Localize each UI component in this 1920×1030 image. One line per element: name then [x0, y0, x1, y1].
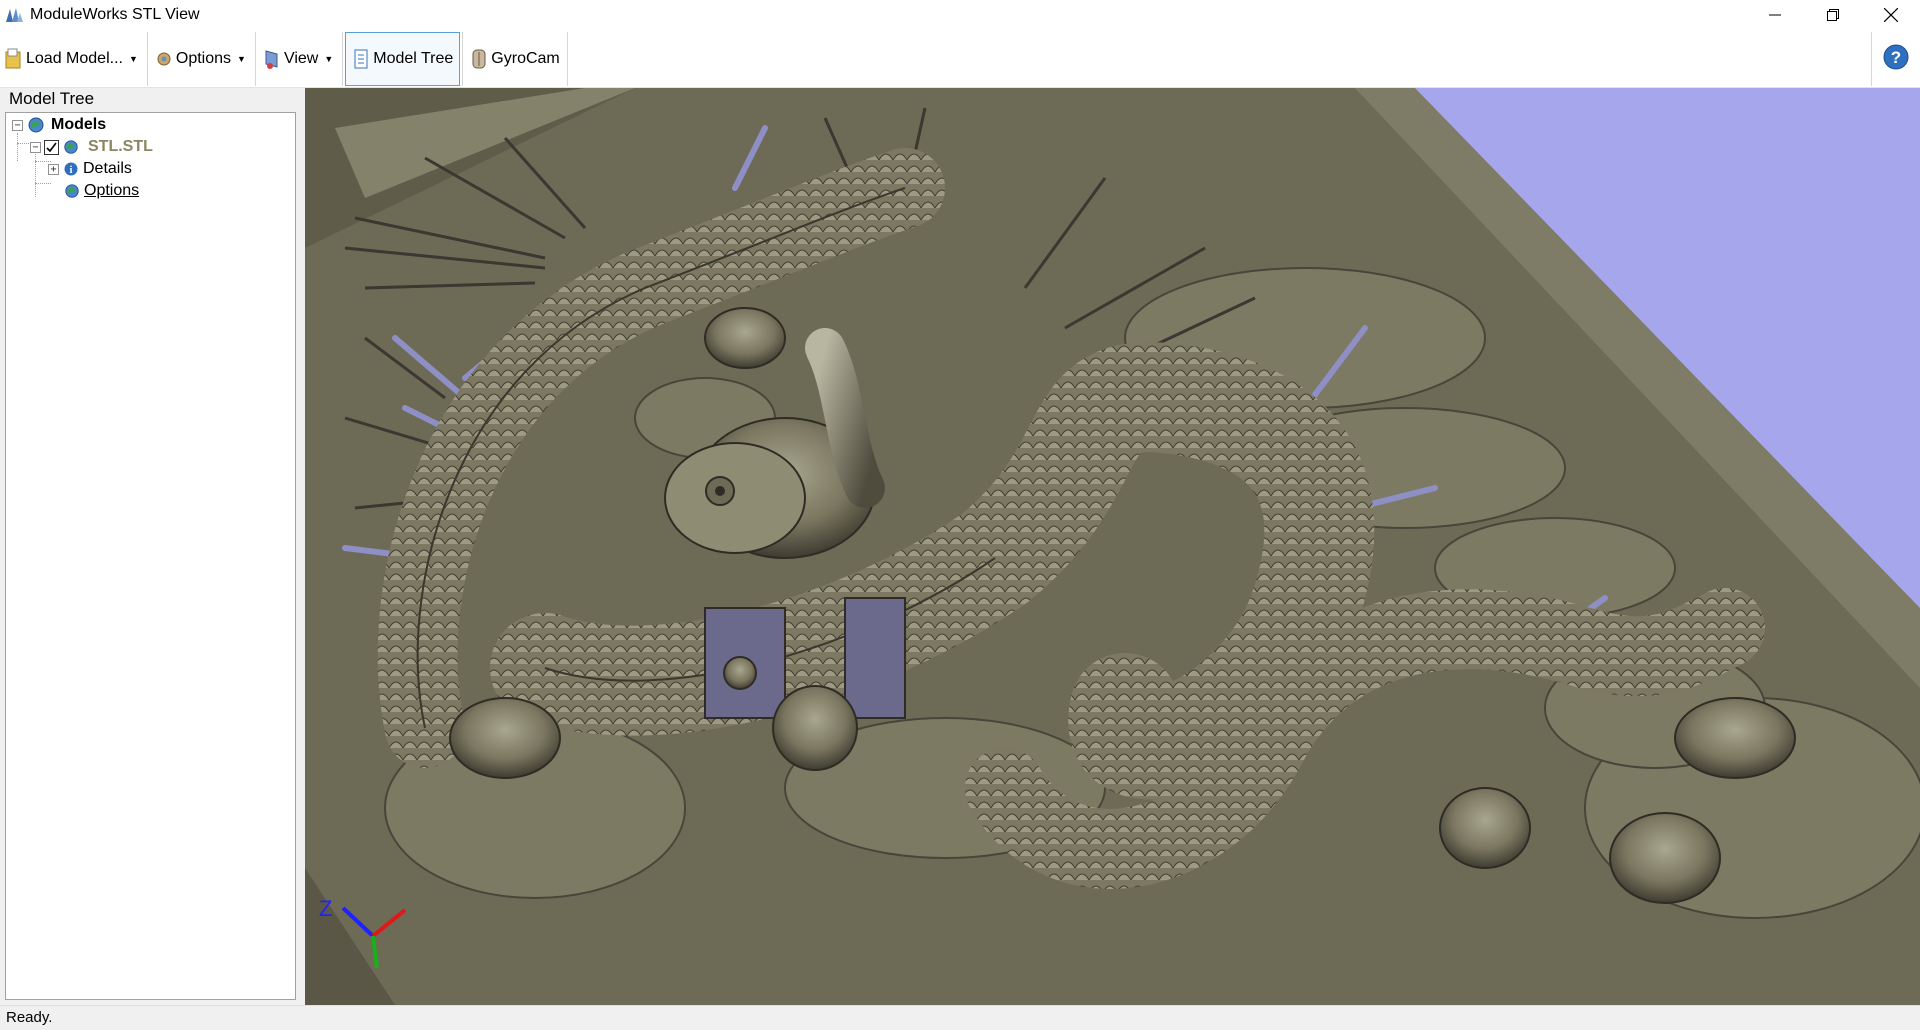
svg-text:?: ?: [1891, 48, 1901, 67]
tree-connector: [35, 183, 51, 184]
options-button[interactable]: Options ▼: [150, 32, 253, 86]
model-tree-button[interactable]: Model Tree: [345, 31, 461, 86]
gyrocam-button[interactable]: GyroCam: [465, 32, 564, 86]
gyrocam-icon: [472, 49, 486, 68]
toolbar-separator: [462, 31, 464, 86]
view-label: View: [283, 49, 319, 67]
load-model-label: Load Model...: [26, 49, 123, 67]
toolbar-separator: [146, 31, 148, 86]
model-tree-label: Model Tree: [373, 49, 454, 67]
toolbar-separator: [254, 31, 256, 86]
status-text: Ready.: [6, 1009, 53, 1026]
restore-button[interactable]: [1804, 0, 1862, 30]
globe-icon: [64, 140, 78, 154]
expand-toggle[interactable]: +: [48, 163, 59, 175]
tree-list-icon: [354, 49, 368, 68]
view-button[interactable]: View ▼: [258, 32, 340, 86]
close-icon: [1884, 8, 1898, 22]
dropdown-caret-icon[interactable]: ▼: [129, 54, 138, 64]
tree-node-models[interactable]: − Models: [12, 115, 106, 135]
title-bar: ModuleWorks STL View: [0, 0, 1920, 30]
close-button[interactable]: [1862, 0, 1920, 30]
tree-label-models: Models: [51, 116, 107, 133]
collapse-toggle[interactable]: −: [12, 119, 23, 131]
toolbar-separator: [342, 31, 344, 86]
tree-connector: [17, 143, 29, 144]
tree-connector: [17, 133, 18, 161]
dragon-relief-render: Z: [305, 88, 1920, 1005]
toolbar-separator: [566, 31, 568, 86]
restore-icon: [1827, 9, 1839, 21]
gyrocam-label: GyroCam: [491, 49, 560, 67]
load-model-button[interactable]: Load Model... ▼: [0, 32, 145, 86]
svg-text:i: i: [70, 165, 73, 176]
status-bar: Ready.: [0, 1005, 1920, 1030]
moduleworks-logo-icon: [6, 8, 23, 22]
view-icon: [265, 49, 278, 69]
tree-node-options[interactable]: Options: [64, 181, 139, 201]
window-title: ModuleWorks STL View: [30, 6, 200, 23]
dropdown-caret-icon[interactable]: ▼: [324, 54, 333, 64]
collapse-toggle[interactable]: −: [30, 141, 41, 153]
minimize-button[interactable]: [1746, 0, 1804, 30]
folder-open-icon: [5, 48, 21, 68]
help-icon[interactable]: ?: [1882, 43, 1910, 71]
options-gear-icon: [157, 52, 171, 65]
tree-label-model: STL.STL: [88, 138, 153, 155]
panel-title: Model Tree: [9, 89, 95, 108]
options-label: Options: [175, 49, 232, 67]
dropdown-caret-icon[interactable]: ▼: [237, 54, 246, 64]
checkmark-icon: [46, 142, 57, 152]
globe-icon: [28, 117, 44, 133]
tree-label-details: Details: [83, 160, 132, 177]
visibility-checkbox[interactable]: [44, 139, 59, 155]
model-tree-panel: Model Tree − Models − STL.STL + i Detail…: [0, 88, 300, 1005]
tree-label-options: Options: [84, 182, 140, 199]
options-globe-icon: [65, 184, 79, 198]
info-icon: i: [64, 162, 78, 176]
3d-viewport[interactable]: Z: [305, 88, 1920, 1005]
toolbar-separator: [1871, 32, 1872, 86]
tree-node-stl-model[interactable]: − STL.STL: [30, 137, 153, 157]
toolbar: Load Model... ▼ Options ▼ View ▼ Model T…: [0, 30, 1920, 88]
z-axis-label: Z: [319, 896, 332, 921]
minimize-icon: [1769, 14, 1781, 16]
tree-node-details[interactable]: + i Details: [48, 159, 132, 179]
model-tree[interactable]: − Models − STL.STL + i Details Options: [5, 112, 296, 1000]
tree-connector: [35, 151, 36, 197]
